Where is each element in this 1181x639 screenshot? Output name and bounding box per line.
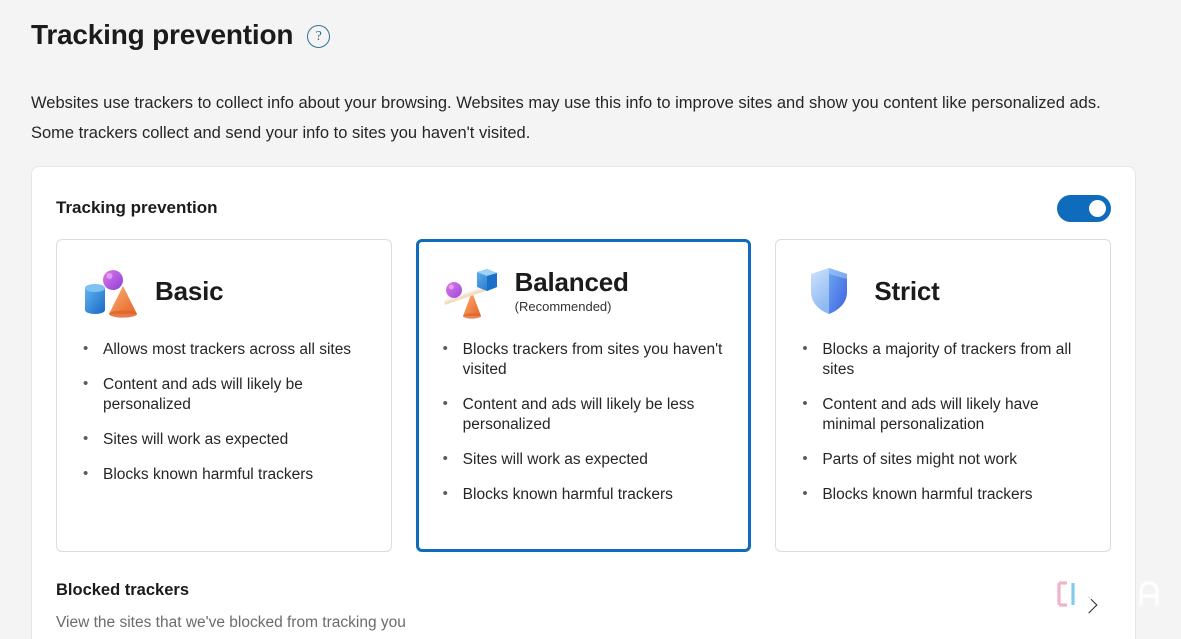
blocked-trackers-title: Blocked trackers	[56, 581, 189, 599]
tracking-prevention-toggle[interactable]	[1057, 194, 1111, 222]
chevron-right-icon[interactable]	[1077, 594, 1103, 620]
page-header: Tracking prevention ?	[31, 18, 331, 52]
option-titles-strict: Strict	[874, 276, 939, 306]
toggle-knob	[1089, 199, 1106, 217]
list-item: Blocks known harmful trackers	[796, 484, 1094, 505]
list-item: Content and ads will likely be personali…	[77, 374, 375, 415]
shield-icon	[811, 268, 848, 314]
option-card-strict[interactable]: Strict Blocks a majority of trackers fro…	[775, 239, 1112, 552]
list-item: Blocks known harmful trackers	[437, 484, 735, 505]
option-bullets-basic: Allows most trackers across all sites Co…	[73, 339, 375, 485]
list-item: Content and ads will likely have minimal…	[796, 394, 1094, 435]
list-item: Blocks a majority of trackers from all s…	[796, 339, 1094, 380]
list-item: Parts of sites might not work	[796, 449, 1094, 470]
option-header-strict: Strict	[792, 258, 1094, 324]
option-card-balanced[interactable]: Balanced (Recommended) Blocks trackers f…	[415, 239, 752, 552]
option-titles-balanced: Balanced (Recommended)	[515, 267, 629, 316]
shapes-cylinder-sphere-cone-icon	[85, 270, 137, 318]
option-name-basic: Basic	[155, 276, 224, 306]
section-title: Tracking prevention	[56, 198, 218, 217]
option-name-strict: Strict	[874, 276, 940, 306]
list-item: Sites will work as expected	[77, 429, 375, 450]
option-header-basic: Basic	[73, 258, 375, 324]
option-bullets-balanced: Blocks trackers from sites you haven't v…	[433, 339, 735, 505]
option-titles-basic: Basic	[155, 276, 224, 306]
balance-seesaw-icon	[443, 269, 497, 319]
option-name-balanced: Balanced	[514, 266, 629, 297]
list-item: Sites will work as expected	[437, 449, 735, 470]
option-subtitle-balanced: (Recommended)	[514, 298, 612, 314]
page-description: Websites use trackers to collect info ab…	[31, 94, 1101, 142]
tracking-prevention-page: Tracking prevention ? Websites use track…	[0, 0, 1181, 639]
help-circle-icon[interactable]: ?	[307, 25, 331, 48]
option-bullets-strict: Blocks a majority of trackers from all s…	[792, 339, 1094, 505]
page-title: Tracking prevention	[31, 19, 294, 50]
option-card-basic[interactable]: Basic Allows most trackers across all si…	[56, 239, 392, 552]
list-item: Blocks trackers from sites you haven't v…	[437, 339, 735, 380]
list-item: Allows most trackers across all sites	[77, 339, 375, 360]
blocked-trackers-text: Blocked trackers View the sites that we'…	[56, 580, 406, 633]
list-item: Content and ads will likely be less pers…	[437, 394, 735, 435]
tracking-prevention-card: Tracking prevention Basic • Allows most …	[31, 166, 1136, 639]
option-header-balanced: Balanced (Recommended)	[433, 258, 735, 324]
list-item: Blocks known harmful trackers	[77, 464, 375, 485]
section-header: Tracking prevention	[56, 191, 1111, 225]
blocked-trackers-row[interactable]: Blocked trackers View the sites that we'…	[56, 562, 1111, 639]
blocked-trackers-subtitle: View the sites that we've blocked from t…	[56, 614, 406, 631]
protection-level-options: Basic Allows most trackers across all si…	[56, 239, 1112, 552]
